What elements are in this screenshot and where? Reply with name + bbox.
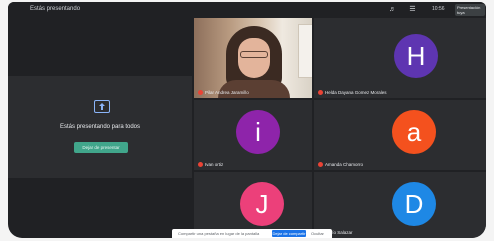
participant-tile[interactable]: D Darío Salazar — [314, 172, 486, 238]
glasses — [240, 51, 268, 58]
video-background-door — [298, 24, 312, 78]
top-bar: Estás presentando ♬ ☰ 10:56 Presentación… — [8, 2, 486, 18]
avatar: D — [392, 182, 436, 226]
avatar: J — [240, 182, 284, 226]
participant-tile-video[interactable]: Pilar Andrea Jaramillo — [194, 18, 312, 98]
dismiss-link[interactable]: Ocultar — [311, 231, 324, 236]
presenting-panel: Estás presentando para todos Dejar de pr… — [8, 76, 192, 178]
participant-name: Pilar Andrea Jaramillo — [198, 90, 249, 95]
participant-tile[interactable]: H Helda Dayana Gomez Morales — [314, 18, 486, 98]
participant-name: Ivan ortiz — [198, 162, 223, 167]
chat-icon[interactable]: ☰ — [408, 6, 417, 13]
self-preview[interactable]: Presentación tuya — [455, 4, 485, 16]
participant-tile[interactable]: i Ivan ortiz — [194, 100, 312, 170]
participant-name: Helda Dayana Gomez Morales — [318, 90, 387, 95]
stop-sharing-button[interactable]: Dejar de compartir — [272, 230, 306, 237]
avatar: H — [394, 34, 438, 78]
share-notification-bar: Compartir una pestaña en lugar de la pan… — [172, 229, 332, 238]
participant-tile[interactable]: a Amanda Chamorro — [314, 100, 486, 170]
avatar: a — [392, 110, 436, 154]
mic-off-icon — [318, 90, 323, 95]
presenting-label: Estás presentando — [30, 6, 81, 12]
mic-off-icon — [198, 162, 203, 167]
participants-icon[interactable]: ♬ — [388, 6, 397, 13]
meeting-time: 10:56 — [432, 6, 445, 12]
avatar: i — [236, 110, 280, 154]
stop-presenting-button[interactable]: Dejar de presentar — [74, 142, 128, 153]
notification-text: Compartir una pestaña en lugar de la pan… — [178, 231, 260, 236]
present-screen-icon — [94, 100, 110, 113]
photo-frame: Estás presentando ♬ ☰ 10:56 Presentación… — [0, 0, 494, 241]
participant-name: Amanda Chamorro — [318, 162, 363, 167]
person-face — [238, 38, 270, 78]
mic-off-icon — [198, 90, 203, 95]
presenting-message: Estás presentando para todos — [59, 124, 141, 130]
mic-off-icon — [318, 162, 323, 167]
meet-window: Estás presentando ♬ ☰ 10:56 Presentación… — [8, 2, 486, 238]
